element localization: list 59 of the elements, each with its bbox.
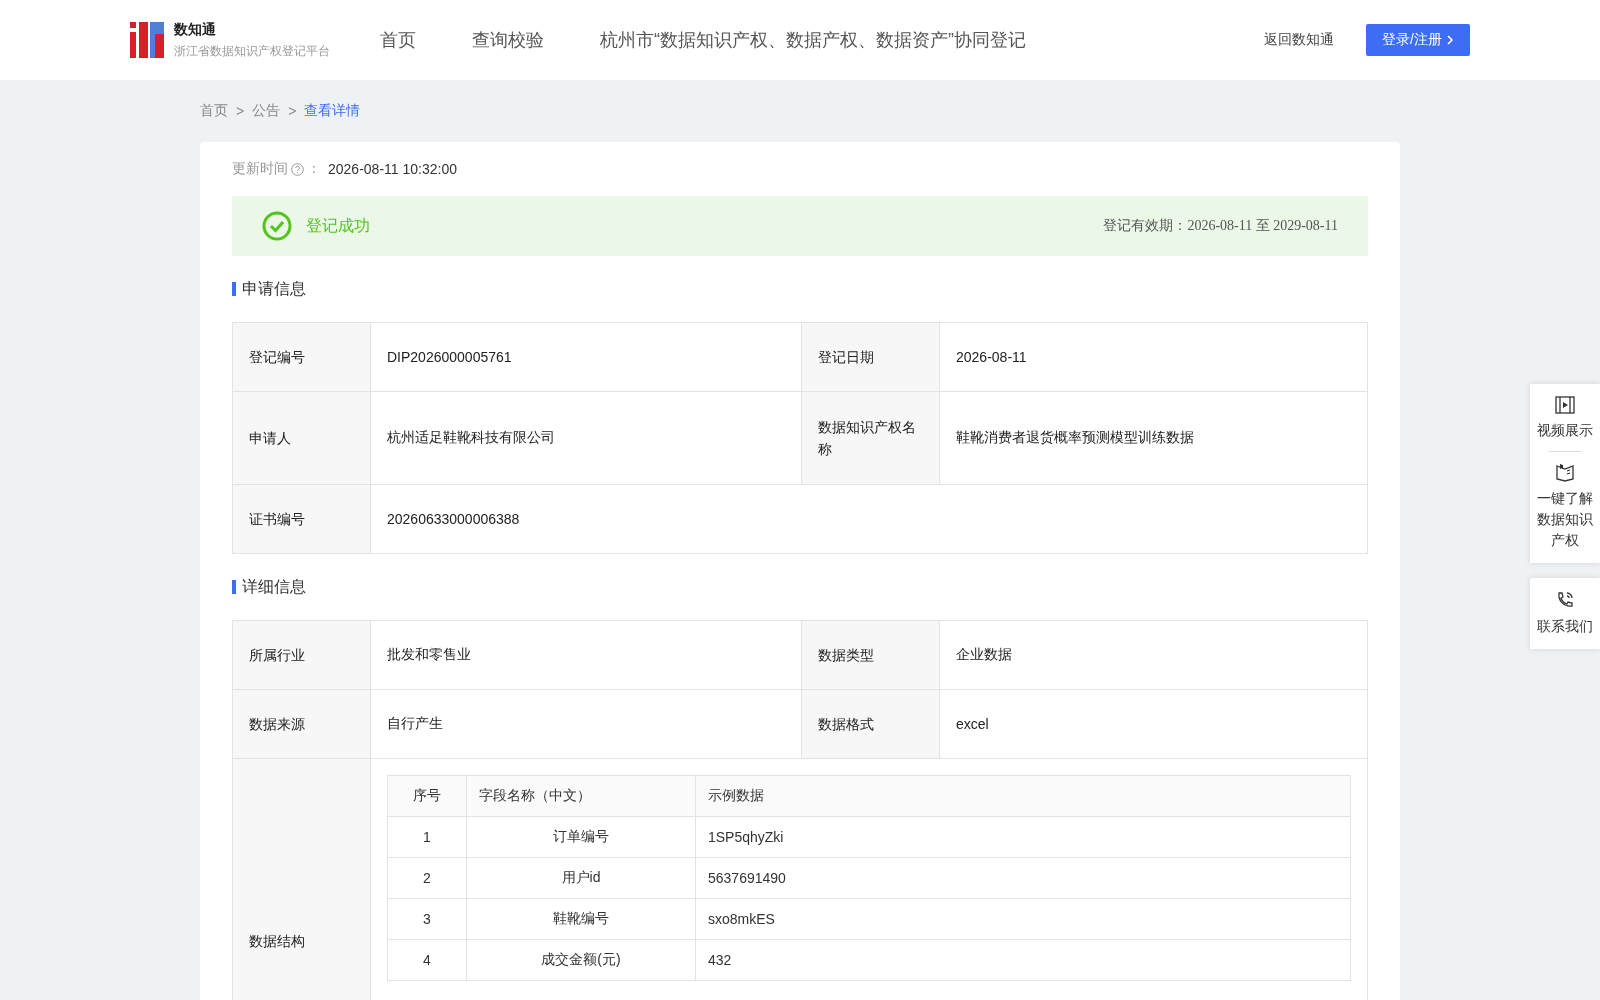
update-time-value: 2026-08-11 10:32:00 <box>328 161 457 177</box>
side-tool[interactable]: 联系我们 <box>1531 586 1599 641</box>
field-label: 登记编号 <box>233 323 371 391</box>
field-label: 数据来源 <box>233 690 371 758</box>
breadcrumb-separator: > <box>288 103 297 119</box>
field-label: 数据结构 <box>233 759 371 1000</box>
validity-text: 登记有效期：2026-08-11 至 2029-08-11 <box>1103 217 1338 235</box>
update-time-label: 更新时间 <box>232 160 288 178</box>
login-button[interactable]: 登录/注册 <box>1366 24 1470 56</box>
table-cell: 鞋靴编号 <box>467 899 696 939</box>
status-text: 登记成功 <box>306 215 371 236</box>
side-tool[interactable]: 一键了解数据知识产权 <box>1531 458 1599 555</box>
table-cell: 订单编号 <box>467 817 696 857</box>
nav-link[interactable]: 首页 <box>380 28 416 52</box>
chevron-right-icon <box>1446 34 1454 46</box>
nav-link[interactable]: 查询校验 <box>472 28 544 52</box>
check-circle-icon <box>262 211 292 241</box>
table-cell: 1 <box>388 817 467 857</box>
field-label: 数据类型 <box>802 621 940 689</box>
field-label: 所属行业 <box>233 621 371 689</box>
field-label: 申请人 <box>233 392 371 484</box>
table-cell: 3 <box>388 899 467 939</box>
field-label: 证书编号 <box>233 485 371 553</box>
table-cell-text: 432 <box>707 951 733 970</box>
column-header: 字段名称（中文） <box>467 776 696 816</box>
table-cell: 2 <box>388 858 467 898</box>
section-marker <box>232 282 236 296</box>
nav-link[interactable]: 杭州市“数据知识产权、数据产权、数据资产”协同登记 <box>600 28 1026 52</box>
film-icon <box>1555 396 1575 414</box>
column-header: 示例数据 <box>707 786 765 805</box>
field-value: 鞋靴消费者退货概率预测模型训练数据 <box>955 428 1195 447</box>
logo-name: 数知通 <box>174 20 217 39</box>
field-value: excel <box>955 715 990 734</box>
table-cell: 4 <box>388 940 467 980</box>
help-icon <box>291 162 304 176</box>
section-marker <box>232 580 236 594</box>
column-header: 序号 <box>388 776 467 816</box>
table-cell: 成交金额(元) <box>467 940 696 980</box>
field-label: 数据知识产权名称 <box>802 392 940 484</box>
phone-icon <box>1555 590 1575 610</box>
logo-subtitle: 浙江省数据知识产权登记平台 <box>174 42 330 60</box>
section-title: 详细信息 <box>242 576 306 597</box>
table-cell-text: 5637691490 <box>707 869 787 888</box>
breadcrumb-link[interactable]: 查看详情 <box>304 102 361 120</box>
field-label: 登记日期 <box>802 323 940 391</box>
section-title: 申请信息 <box>242 278 306 299</box>
back-link[interactable]: 返回数知通 <box>1264 31 1335 49</box>
logo-icon <box>130 22 164 58</box>
table-cell-text: sxo8mkES <box>707 910 776 929</box>
field-value: 20260633000006388 <box>386 510 521 529</box>
side-tool[interactable]: 视频展示 <box>1531 392 1599 445</box>
table-cell: 用户id <box>467 858 696 898</box>
table-cell-text: 1SP5qhyZki <box>707 828 785 847</box>
field-value: 2026-08-11 <box>955 348 1028 367</box>
breadcrumb-separator: > <box>236 103 245 119</box>
book-icon <box>1555 462 1575 482</box>
field-label: 数据格式 <box>802 690 940 758</box>
update-time-separator: ： <box>307 160 321 178</box>
field-value: 企业数据 <box>955 645 1013 664</box>
